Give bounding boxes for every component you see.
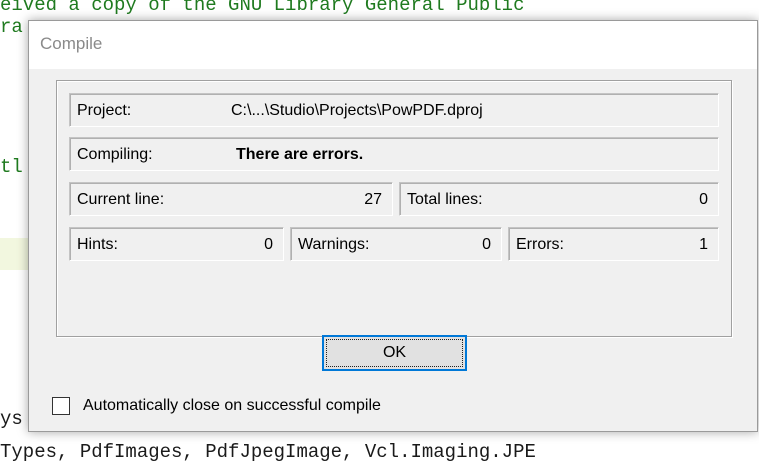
code-line: ys [0, 408, 23, 430]
project-value: C:\...\Studio\Projects\PowPDF.dproj [231, 102, 483, 119]
dialog-title: Compile [40, 34, 103, 53]
hints-label: Hints: [77, 236, 118, 253]
total-lines-label: Total lines: [407, 191, 483, 208]
total-lines-field: Total lines: 0 [399, 182, 719, 216]
code-line: tl [0, 156, 23, 178]
project-field: Project: C:\...\Studio\Projects\PowPDF.d… [69, 93, 719, 127]
current-line-field: Current line: 27 [69, 182, 393, 216]
current-line-value: 27 [364, 191, 382, 208]
hints-value: 0 [264, 236, 273, 253]
auto-close-checkbox[interactable] [52, 397, 70, 415]
ok-button[interactable]: OK [322, 335, 467, 371]
auto-close-label[interactable]: Automatically close on successful compil… [83, 397, 381, 415]
code-line: eived a copy of the GNU Library General … [0, 0, 525, 16]
errors-label: Errors: [516, 236, 564, 253]
dialog-titlebar[interactable]: Compile [29, 21, 757, 69]
compile-dialog: Compile Project: C:\...\Studio\Projects\… [28, 20, 758, 432]
warnings-field: Warnings: 0 [290, 227, 502, 261]
warnings-label: Warnings: [298, 236, 370, 253]
code-line: Types, PdfImages, PdfJpegImage, Vcl.Imag… [0, 441, 536, 463]
compiling-field: Compiling: There are errors. [69, 137, 719, 171]
compile-status-panel: Project: C:\...\Studio\Projects\PowPDF.d… [56, 80, 732, 337]
hints-field: Hints: 0 [69, 227, 284, 261]
code-line: ra [0, 16, 23, 38]
errors-value: 1 [699, 236, 708, 253]
errors-field: Errors: 1 [508, 227, 719, 261]
current-line-label: Current line: [77, 191, 165, 208]
compiling-label: Compiling: [77, 146, 153, 163]
total-lines-value: 0 [699, 191, 708, 208]
compiling-status: There are errors. [236, 146, 364, 163]
warnings-value: 0 [482, 236, 491, 253]
project-label: Project: [77, 102, 132, 119]
